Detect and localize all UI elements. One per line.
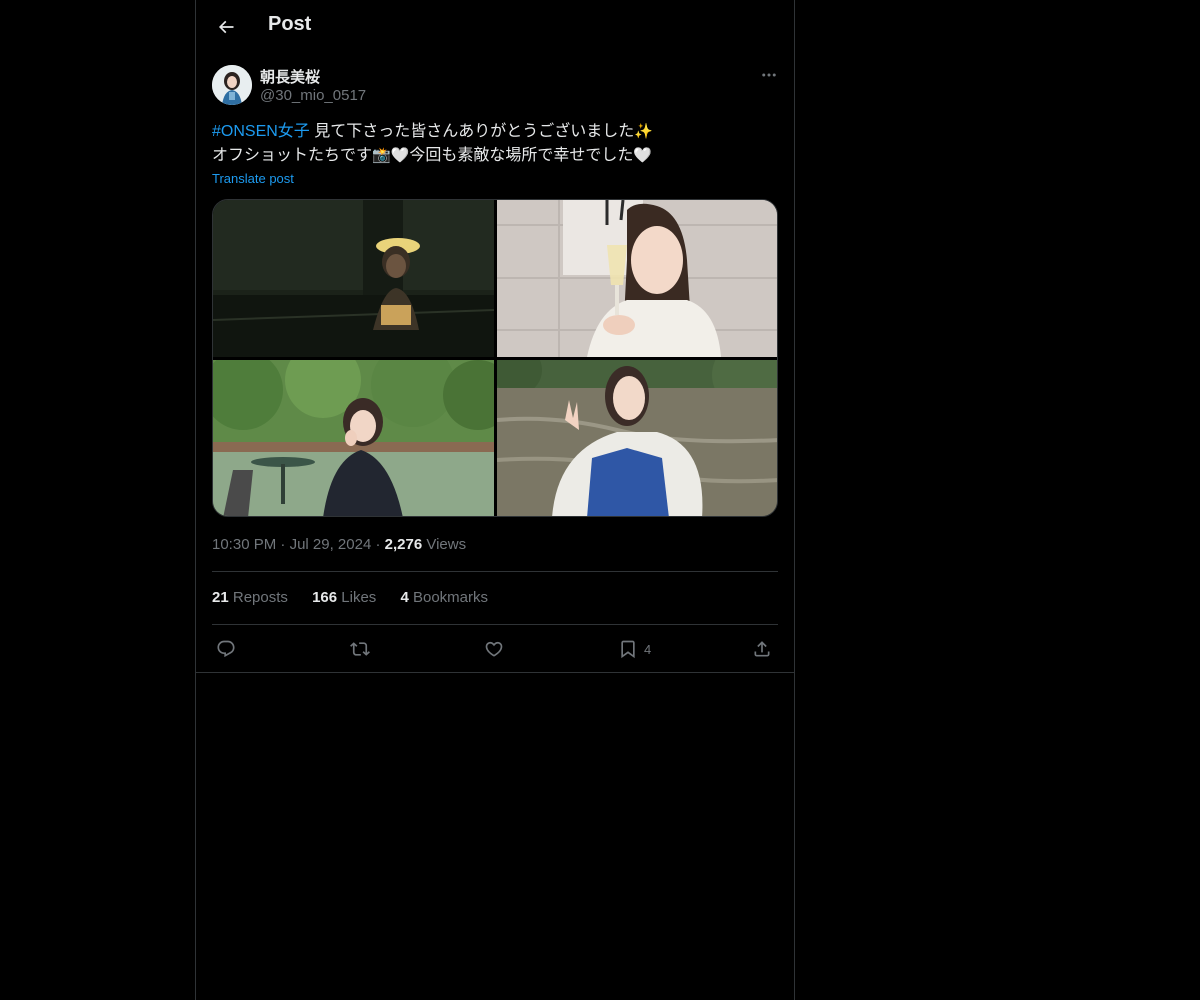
photo-boat-on-river[interactable]	[497, 360, 777, 516]
post-text-line-2: オフショットたちです📸🤍今回も素敵な場所で幸せでした🤍	[212, 144, 778, 168]
bookmarks-label: Bookmarks	[412, 589, 489, 606]
reposts-stat[interactable]: 21 Reposts	[212, 589, 288, 606]
repost-button[interactable]	[350, 636, 370, 662]
likes-stat[interactable]: 166 Likes	[312, 589, 376, 606]
likes-count: 166	[312, 589, 338, 606]
divider	[212, 624, 778, 625]
white-heart-emoji: 🤍	[633, 147, 653, 164]
arrow-left-icon	[218, 20, 234, 34]
page-title: Post	[268, 13, 312, 35]
photo-glass-of-champagne[interactable]	[497, 200, 777, 357]
hashtag-link[interactable]: #ONSEN女子	[212, 123, 310, 140]
post-text: #ONSEN女子 見て下さった皆さんありがとうございました✨ オフショットたちで…	[212, 120, 778, 168]
author-handle[interactable]: @30_mio_0517	[260, 87, 366, 104]
post-text-line-1: #ONSEN女子 見て下さった皆さんありがとうございました✨	[212, 120, 778, 144]
media-grid	[212, 199, 778, 517]
reposts-label: Reposts	[232, 589, 288, 606]
likes-label: Likes	[341, 589, 377, 606]
action-bar: 4	[212, 636, 778, 662]
views-count: 2,276	[384, 536, 423, 553]
like-button[interactable]	[484, 636, 504, 662]
post-meta: 10:30 PM · Jul 29, 2024 · 2,276 Views	[212, 536, 466, 553]
author-display-name[interactable]: 朝長美桜	[260, 66, 320, 87]
repost-icon	[350, 642, 370, 656]
post-time[interactable]: 10:30 PM	[212, 536, 276, 553]
post-text-segment: オフショットたちです	[212, 147, 373, 164]
views-label: Views	[426, 536, 467, 553]
avatar-image	[212, 65, 252, 105]
post-column: Post 朝長美桜 @30_mio_0517 #ONSEN女子 見て下さった皆さ…	[195, 0, 795, 1000]
back-button[interactable]	[208, 9, 244, 45]
divider	[196, 672, 794, 673]
reply-icon	[217, 640, 235, 658]
bookmarks-count: 4	[400, 589, 409, 606]
share-button[interactable]	[752, 636, 772, 662]
bookmarks-stat[interactable]: 4 Bookmarks	[400, 589, 488, 606]
post-text-segment: 今回も素敵な場所で幸せでした	[409, 147, 634, 164]
engagement-stats: 21 Reposts 166 Likes 4 Bookmarks	[212, 589, 508, 606]
more-options-button[interactable]	[756, 62, 782, 88]
reposts-count: 21	[212, 589, 229, 606]
bookmark-button[interactable]: 4	[618, 636, 651, 662]
sparkles-emoji: ✨	[634, 123, 653, 140]
post-date[interactable]: Jul 29, 2024	[290, 536, 372, 553]
white-heart-emoji: 🤍	[390, 147, 410, 164]
share-icon	[754, 641, 770, 657]
reply-button[interactable]	[216, 636, 236, 662]
meta-separator: ·	[375, 536, 381, 553]
meta-separator: ·	[280, 536, 286, 553]
divider	[212, 571, 778, 572]
post-header: Post	[196, 0, 794, 54]
more-horizontal-icon	[762, 73, 776, 77]
heart-icon	[485, 641, 503, 657]
photo-lakeside-terrace[interactable]	[213, 360, 494, 516]
post-text-segment: 見て下さった皆さんありがとうございました	[309, 123, 635, 140]
bookmark-count: 4	[644, 641, 652, 657]
bookmark-icon	[621, 640, 635, 659]
avatar[interactable]	[212, 65, 252, 105]
translate-post-link[interactable]: Translate post	[212, 171, 294, 186]
photo-dim-hotel-room[interactable]	[213, 200, 494, 357]
camera-flash-emoji: 📸	[372, 147, 391, 164]
